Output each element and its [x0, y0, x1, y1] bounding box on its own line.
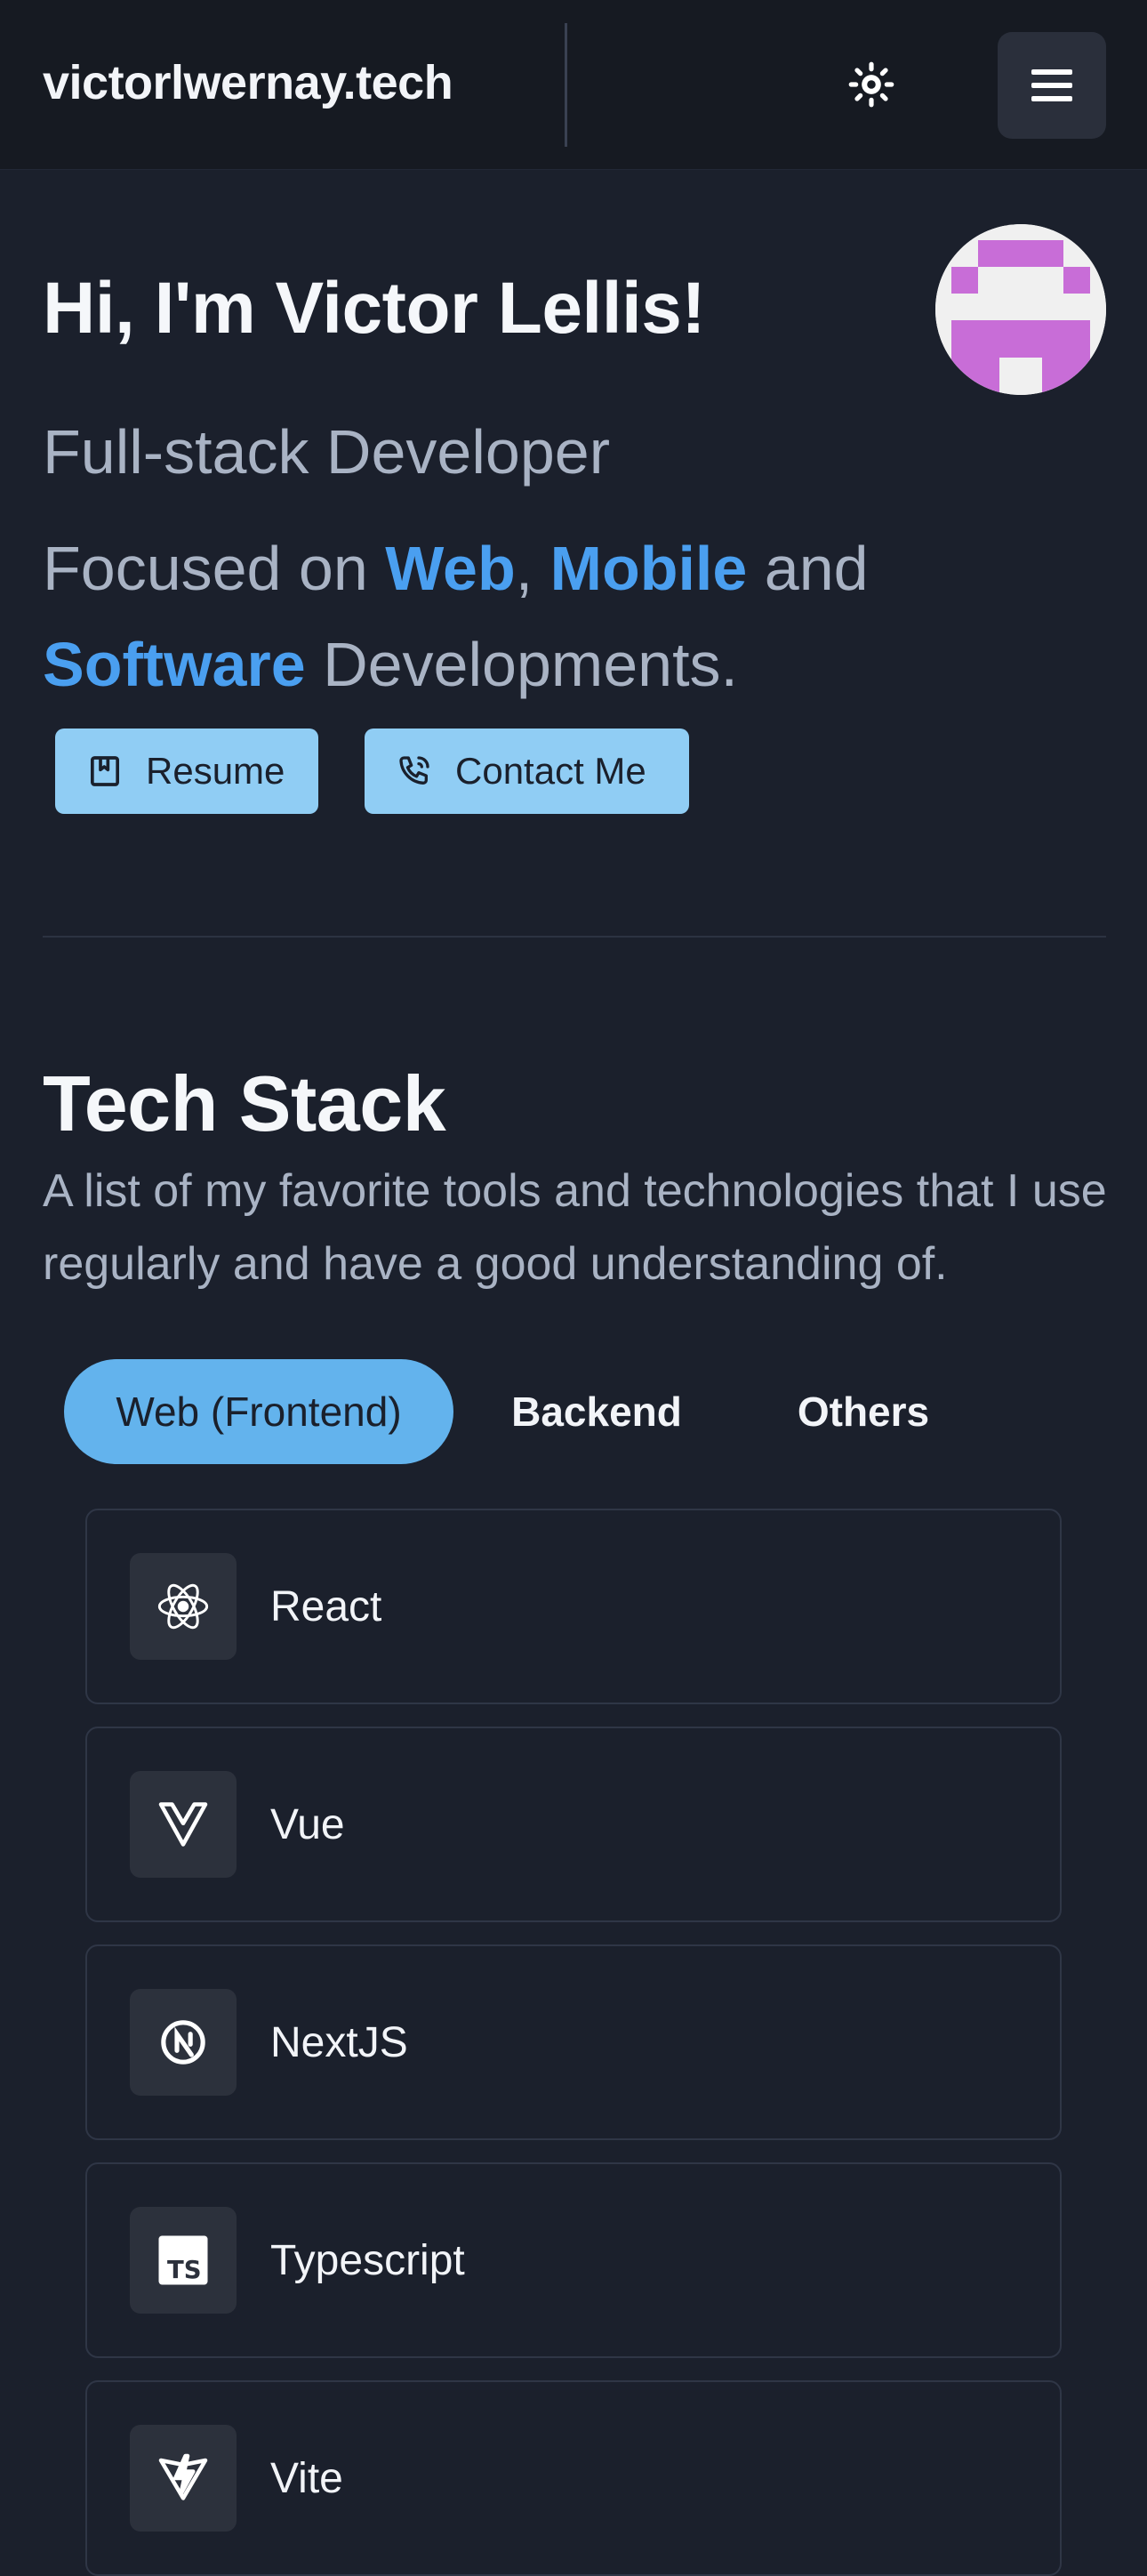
hamburger-menu-icon — [1031, 69, 1072, 101]
menu-button[interactable] — [998, 32, 1106, 139]
pixel-avatar-image — [935, 224, 1106, 395]
tab-backend[interactable]: Backend — [485, 1359, 708, 1464]
vue-icon — [158, 1802, 208, 1847]
top-navbar: victorlwernay.tech — [0, 0, 1147, 170]
react-icon — [157, 1583, 209, 1630]
bookmark-icon — [91, 756, 119, 786]
svg-text:TS: TS — [167, 2256, 202, 2284]
tech-icon-box — [130, 1771, 237, 1878]
resume-button[interactable]: Resume — [55, 729, 318, 814]
header-divider — [565, 23, 567, 147]
tech-stack-description: A list of my favorite tools and technolo… — [43, 1165, 1107, 1290]
sun-icon — [848, 61, 894, 108]
resume-label: Resume — [146, 750, 285, 792]
tech-card-vite[interactable]: Vite — [85, 2380, 1062, 2576]
nextjs-icon — [161, 2020, 205, 2065]
tech-icon-box: TS — [130, 2207, 237, 2314]
tech-icon-box — [130, 2425, 237, 2532]
focus-prefix: Focused on — [43, 534, 386, 603]
contact-label: Contact Me — [455, 750, 646, 792]
highlight-software: Software — [43, 630, 306, 699]
tab-others[interactable]: Others — [752, 1359, 975, 1464]
hero-title: Hi, I'm Victor Lellis! — [43, 268, 706, 349]
phone-call-icon — [399, 756, 429, 785]
site-brand[interactable]: victorlwernay.tech — [43, 55, 453, 110]
tech-label: Vue — [270, 1800, 345, 1848]
hero-focus-text: Focused on Web, Mobile and Software Deve… — [43, 520, 1065, 712]
theme-toggle-button[interactable] — [840, 53, 902, 116]
tech-card-typescript[interactable]: TS Typescript — [85, 2162, 1062, 2358]
avatar — [935, 224, 1106, 395]
highlight-web: Web — [385, 534, 516, 603]
hero-role: Full-stack Developer — [43, 417, 610, 487]
section-divider — [43, 936, 1106, 938]
focus-suffix: Developments. — [305, 630, 738, 699]
tech-icon-box — [130, 1989, 237, 2096]
tech-icon-box — [130, 1553, 237, 1660]
typescript-icon: TS — [158, 2235, 208, 2285]
tech-label: NextJS — [270, 2018, 408, 2066]
tech-card-react[interactable]: React — [85, 1509, 1062, 1704]
tech-label: React — [270, 1582, 382, 1630]
tech-label: Typescript — [270, 2236, 465, 2284]
tech-card-vue[interactable]: Vue — [85, 1727, 1062, 1922]
tech-label: Vite — [270, 2454, 343, 2502]
highlight-mobile: Mobile — [549, 534, 748, 603]
vite-icon — [158, 2453, 208, 2500]
focus-comma: , — [515, 534, 550, 603]
tab-web-frontend[interactable]: Web (Frontend) — [64, 1359, 453, 1464]
contact-button[interactable]: Contact Me — [365, 729, 689, 814]
tech-card-nextjs[interactable]: NextJS — [85, 1944, 1062, 2140]
focus-and: and — [747, 534, 869, 603]
tech-stack-title: Tech Stack — [43, 1059, 446, 1147]
